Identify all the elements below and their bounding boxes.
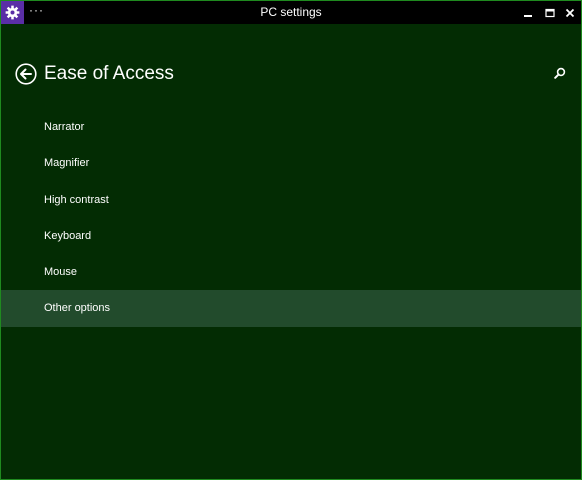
nav-item-magnifier[interactable]: Magnifier (1, 145, 581, 181)
back-button[interactable] (15, 63, 37, 85)
gear-icon[interactable] (1, 1, 24, 24)
page-title: Ease of Access (44, 63, 174, 84)
search-button[interactable] (553, 66, 567, 80)
search-icon (554, 67, 566, 79)
nav-item-keyboard[interactable]: Keyboard (1, 218, 581, 254)
close-button[interactable] (559, 1, 581, 24)
page-header: Ease of Access (15, 61, 174, 87)
maximize-button[interactable] (539, 1, 561, 24)
nav-item-narrator[interactable]: Narrator (1, 109, 581, 145)
nav-item-high-contrast[interactable]: High contrast (1, 182, 581, 218)
title-bar[interactable]: ··· PC settings (1, 1, 581, 24)
nav-item-mouse[interactable]: Mouse (1, 254, 581, 290)
minimize-icon (524, 14, 532, 17)
window-title: PC settings (260, 5, 322, 19)
pc-settings-window: ··· PC settings Ease of Access Narrator … (0, 0, 582, 480)
nav-item-other-options[interactable]: Other options (1, 290, 581, 327)
close-icon (565, 8, 575, 17)
ease-of-access-nav: Narrator Magnifier High contrast Keyboar… (1, 109, 581, 327)
app-commands-menu-button[interactable]: ··· (29, 3, 44, 17)
minimize-button[interactable] (517, 1, 539, 24)
back-arrow-circle-icon (15, 63, 37, 85)
maximize-icon (545, 8, 555, 17)
